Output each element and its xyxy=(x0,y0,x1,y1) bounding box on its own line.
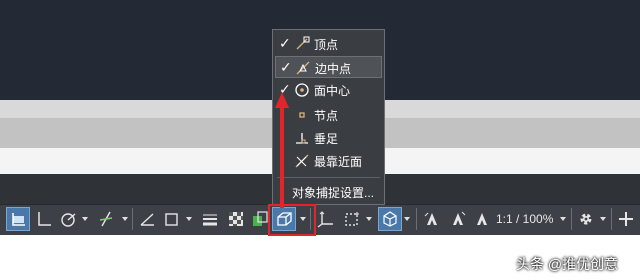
watermark: 头条 @推优创意 xyxy=(516,256,619,272)
ortho-icon xyxy=(38,212,51,226)
perpendicular-snap-icon xyxy=(296,133,308,144)
transparency-icon xyxy=(229,212,243,226)
menu-item-edge-midpoint[interactable]: ✓ 边中点 xyxy=(275,56,382,78)
object-snap-button[interactable] xyxy=(160,207,184,231)
annotation-scale-dropdown[interactable] xyxy=(558,207,568,231)
menu-item-label: 最靠近面 xyxy=(314,155,363,169)
midpoint-snap-icon xyxy=(296,61,310,75)
annotation-visibility-icon xyxy=(424,212,437,225)
object-snap-icon xyxy=(165,213,178,226)
menu-item-label: 面中心 xyxy=(314,84,351,98)
ucs-3d-icon xyxy=(383,211,397,227)
check-icon: ✓ xyxy=(280,59,292,75)
annotation-scale-icon xyxy=(477,213,487,225)
workspace-dropdown[interactable] xyxy=(598,207,608,231)
divider xyxy=(132,208,133,230)
endpoint-snap-icon xyxy=(296,36,310,50)
ucs-3d-button[interactable] xyxy=(378,207,402,231)
transparency-button[interactable] xyxy=(224,207,248,231)
object-snap-tracking-button[interactable] xyxy=(135,207,159,231)
menu-item-nearest-face[interactable]: 最靠近面 xyxy=(275,150,382,172)
lineweight-button[interactable] xyxy=(198,207,222,231)
isodraft-icon xyxy=(99,211,113,227)
dynamic-ucs-button[interactable] xyxy=(6,207,30,231)
ortho-button[interactable] xyxy=(32,207,56,231)
menu-item-label: 边中点 xyxy=(315,62,352,76)
check-icon: ✓ xyxy=(279,35,291,51)
nearest-face-snap-icon xyxy=(295,154,309,168)
workspace-switch-button[interactable] xyxy=(574,207,598,231)
menu-item-node[interactable]: 节点 xyxy=(275,104,382,126)
divider xyxy=(571,208,572,230)
node-snap-icon xyxy=(299,112,305,118)
object-snap-dropdown[interactable] xyxy=(184,207,194,231)
workspace-gear-icon xyxy=(580,213,592,225)
polar-tracking-button[interactable] xyxy=(56,207,80,231)
lineweight-icon xyxy=(203,214,217,226)
menu-item-face-center[interactable]: ✓ 面中心 xyxy=(275,79,382,101)
annotation-scale-button[interactable] xyxy=(470,207,494,231)
red-arrow-annotation xyxy=(275,92,289,208)
isodraft-dropdown[interactable] xyxy=(120,207,130,231)
gizmo-button[interactable] xyxy=(314,207,338,231)
customize-button[interactable] xyxy=(614,207,638,231)
isodraft-button[interactable] xyxy=(94,207,118,231)
selection-filter-icon xyxy=(345,212,359,226)
ucs-dropdown[interactable] xyxy=(402,207,412,231)
menu-item-vertex[interactable]: ✓ 顶点 xyxy=(275,33,382,55)
menu-item-label: 节点 xyxy=(314,109,339,123)
selection-filter-button[interactable] xyxy=(340,207,364,231)
auto-scale-icon xyxy=(453,211,466,225)
annotation-visibility-button[interactable] xyxy=(420,207,444,231)
divider xyxy=(611,208,612,230)
object-snap-tracking-icon xyxy=(140,213,154,226)
gizmo-icon xyxy=(317,211,333,228)
menu-item-perpendicular[interactable]: 垂足 xyxy=(275,127,382,149)
customize-plus-icon xyxy=(619,212,633,226)
dynamic-ucs-icon xyxy=(12,213,25,226)
polar-tracking-icon xyxy=(61,213,76,227)
selection-cycling-icon xyxy=(253,211,268,226)
menu-divider xyxy=(277,177,380,178)
annotation-scale-value[interactable]: 1:1 / 100% xyxy=(496,207,553,231)
osnap-settings-item[interactable]: 对象捕捉设置... xyxy=(292,184,374,201)
auto-scale-button[interactable] xyxy=(446,207,470,231)
divider xyxy=(416,208,417,230)
menu-item-label: 垂足 xyxy=(314,132,339,146)
menu-item-label: 顶点 xyxy=(314,38,339,52)
red-highlight-box xyxy=(268,204,316,236)
face-center-snap-icon xyxy=(295,83,309,97)
selection-filter-dropdown[interactable] xyxy=(364,207,374,231)
polar-dropdown[interactable] xyxy=(80,207,90,231)
